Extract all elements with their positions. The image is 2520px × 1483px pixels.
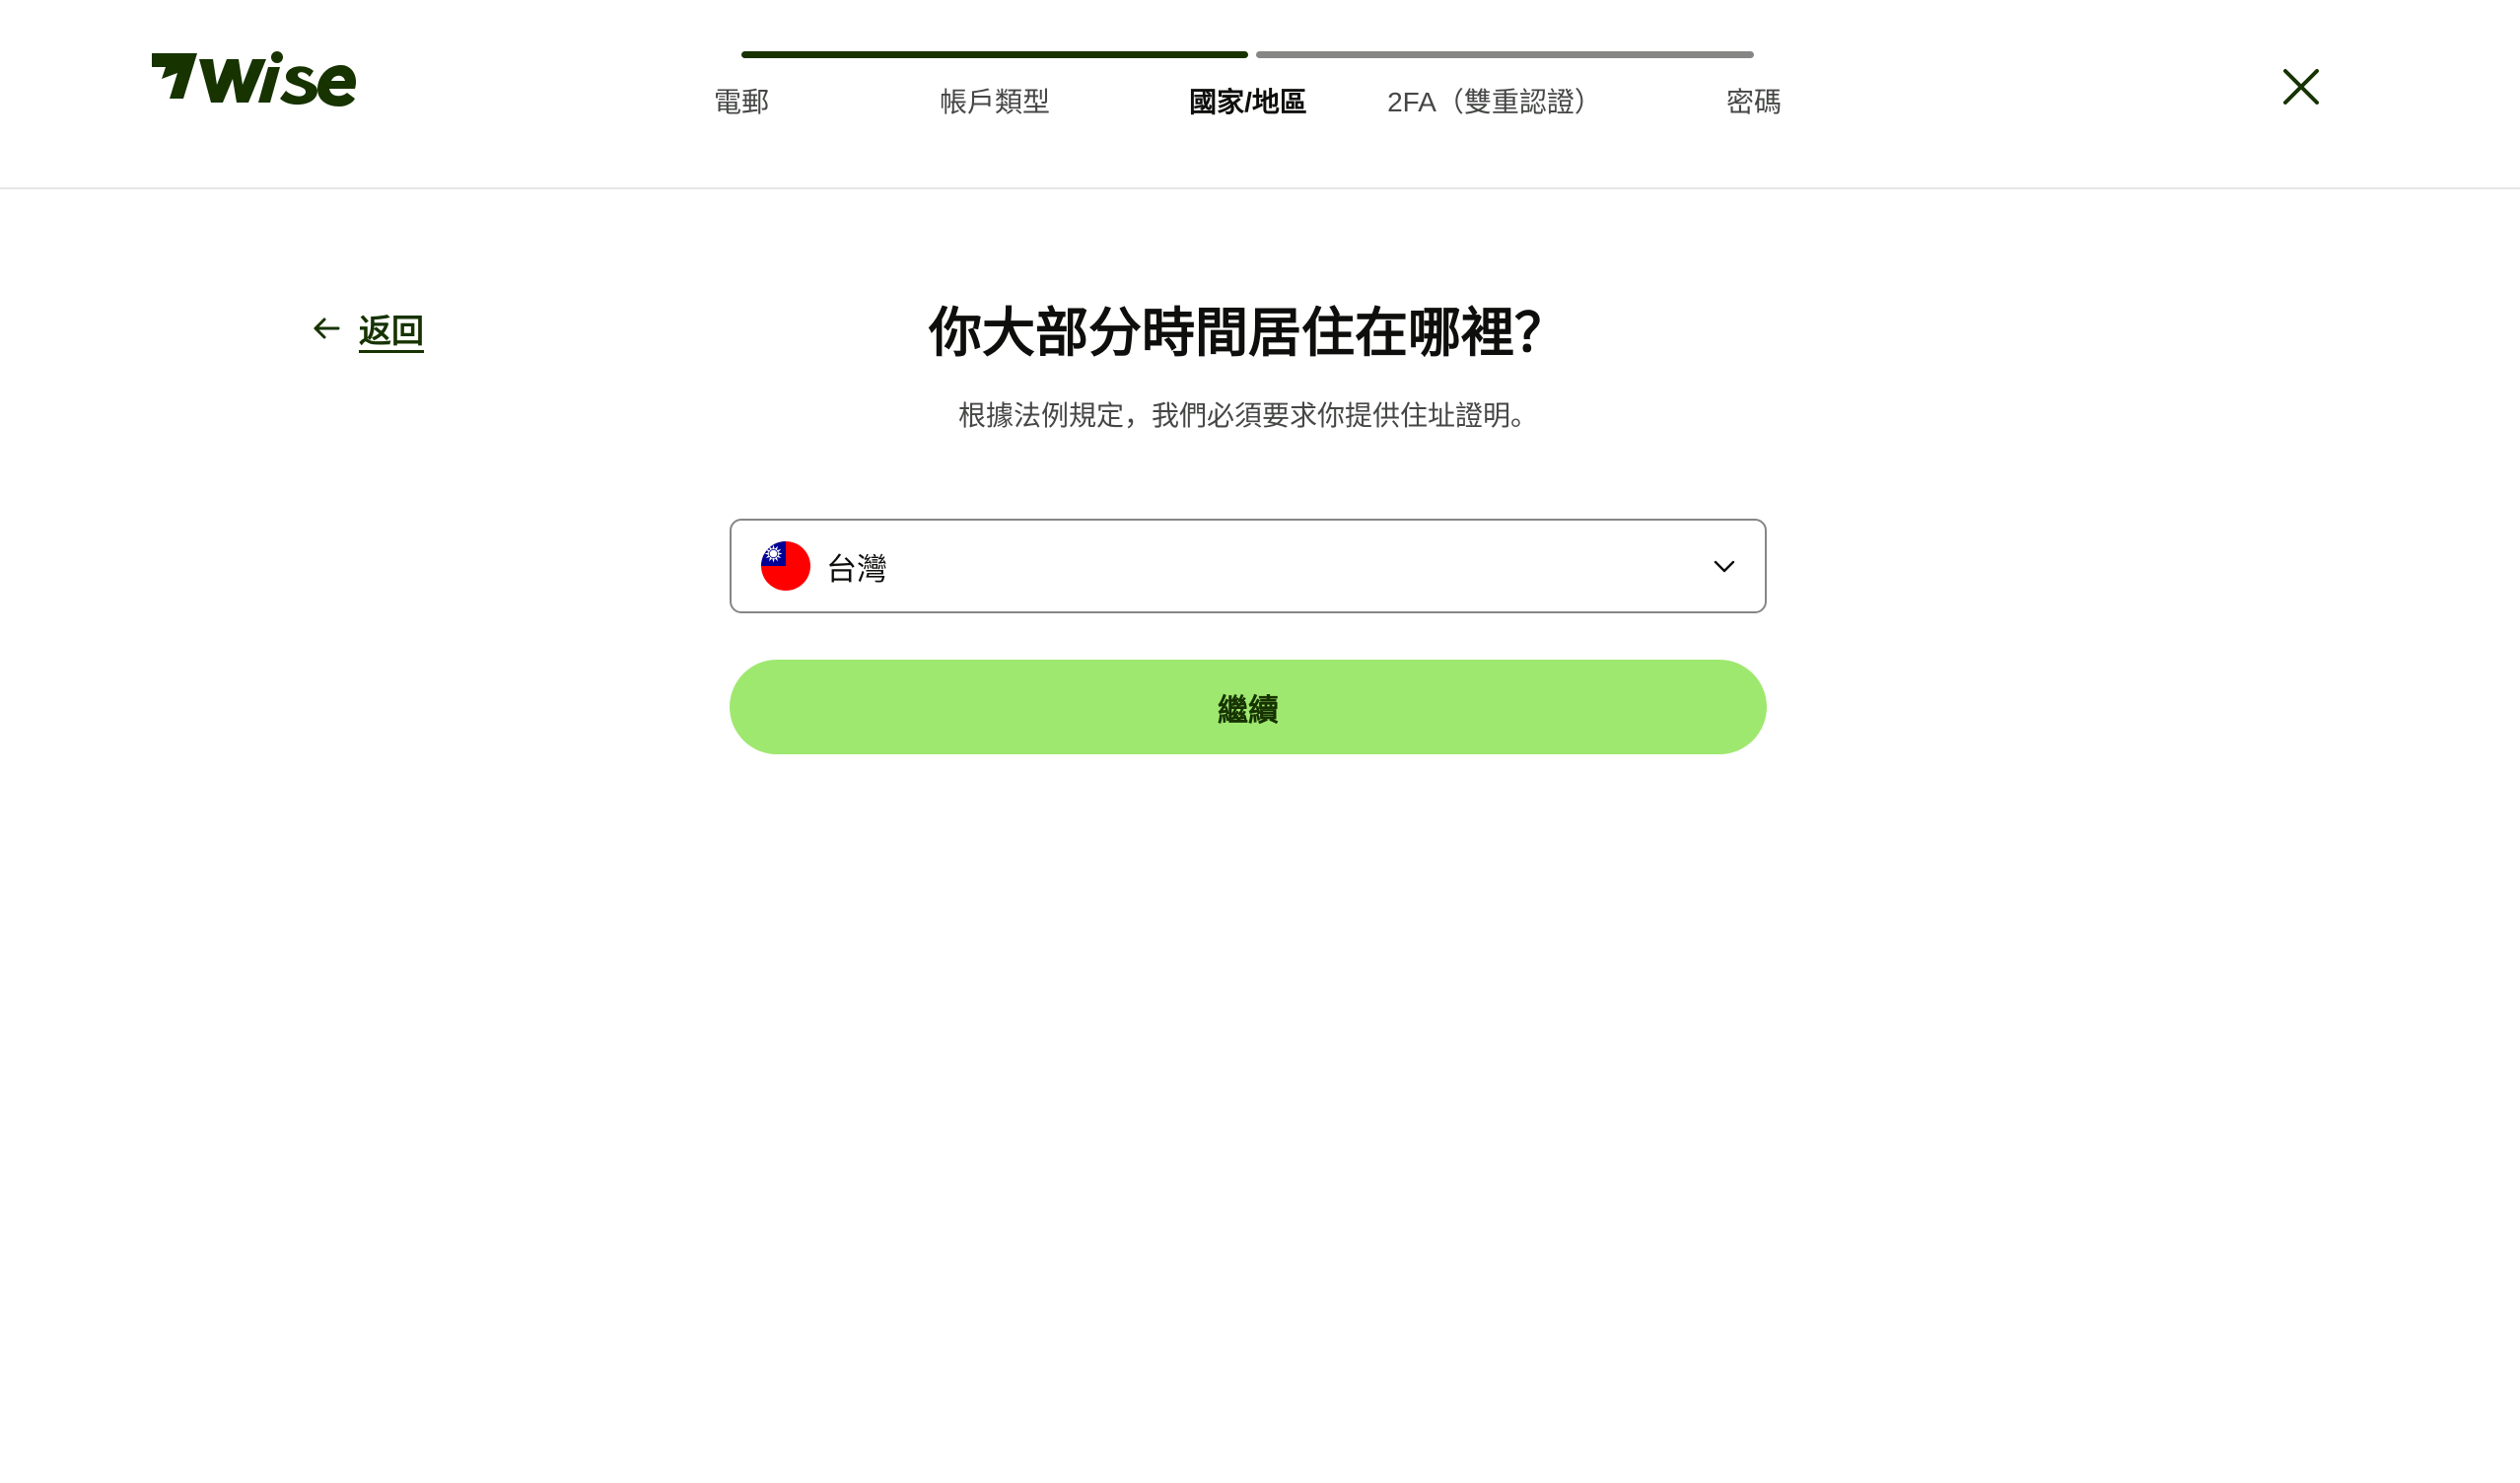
step-account-type: 帳戶類型 (939, 87, 1051, 117)
page-subtitle: 根據法例規定，我們必須要求你提供住址證明。 (957, 400, 1538, 431)
chevron-down-icon (1710, 551, 1739, 581)
arrow-left-icon (312, 314, 341, 343)
top-header: 電郵 帳戶類型 國家/地區 2FA（雙重認證） 密碼 (0, 0, 2520, 189)
step-email: 電郵 (713, 87, 770, 117)
back-label: 返回 (359, 313, 424, 349)
step-2fa: 2FA（雙重認證） (1387, 87, 1602, 117)
country-select[interactable]: 台灣 (730, 519, 1767, 613)
back-link[interactable]: 返回 (312, 304, 424, 353)
close-button[interactable] (2277, 63, 2325, 110)
progress-bar-completed (741, 51, 1248, 58)
step-country-region: 國家/地區 (1189, 87, 1307, 117)
wise-logo[interactable] (148, 49, 357, 108)
main-content: 你大部分時間居住在哪裡？ 根據法例規定，我們必須要求你提供住址證明。 台灣 繼續 (730, 286, 1767, 754)
close-icon (2283, 69, 2319, 105)
selected-country: 台灣 (826, 551, 887, 587)
page-title: 你大部分時間居住在哪裡？ (929, 304, 1568, 363)
step-password: 密碼 (1725, 87, 1783, 117)
continue-button[interactable]: 繼續 (730, 660, 1767, 754)
taiwan-flag-icon (761, 541, 810, 591)
progress-bar-remaining (1256, 51, 1754, 58)
